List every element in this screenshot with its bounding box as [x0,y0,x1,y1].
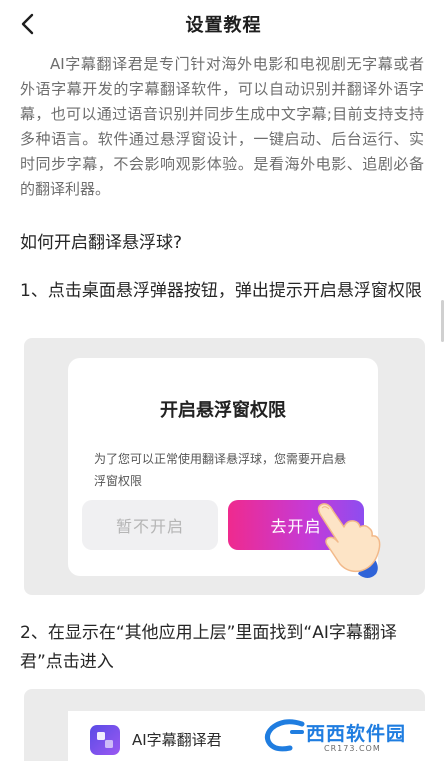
hand-pointer-icon [317,503,381,578]
dialog-title: 开启悬浮窗权限 [160,400,286,421]
step2-text: 2、在显示在“其他应用上层”里面找到“AI字幕翻译君”点击进入 [20,623,397,672]
watermark-logo: 西西软件园 CR173.COM [262,716,434,756]
step1-illustration: 开启悬浮窗权限 为了您可以正常使用翻译悬浮球，您需要开启悬浮窗权限 暂不开启 去… [24,338,425,595]
app-name: AI字幕翻译君 [132,731,222,749]
scrollbar-thumb[interactable] [441,300,444,342]
page-title: 设置教程 [185,15,262,36]
header-bar: 设置教程 [0,0,447,46]
question-heading: 如何开启翻译悬浮球? [20,233,183,253]
step1-text: 1、点击桌面悬浮弹器按钮，弹出提示开启悬浮窗权限 [20,281,422,301]
cancel-button[interactable]: 暂不开启 [82,500,218,550]
watermark-text: 西西软件园 [306,723,407,745]
intro-paragraph: AI字幕翻译君是专门针对海外电影和电视剧无字幕或者外语字幕开发的字幕翻译软件，可… [20,55,424,198]
translate-icon [97,732,113,748]
watermark-subtext: CR173.COM [324,744,381,753]
dialog-message: 为了您可以正常使用翻译悬浮球，您需要开启悬浮窗权限 [94,452,347,488]
watermark-swoosh-icon [264,719,305,752]
app-icon [90,725,120,755]
